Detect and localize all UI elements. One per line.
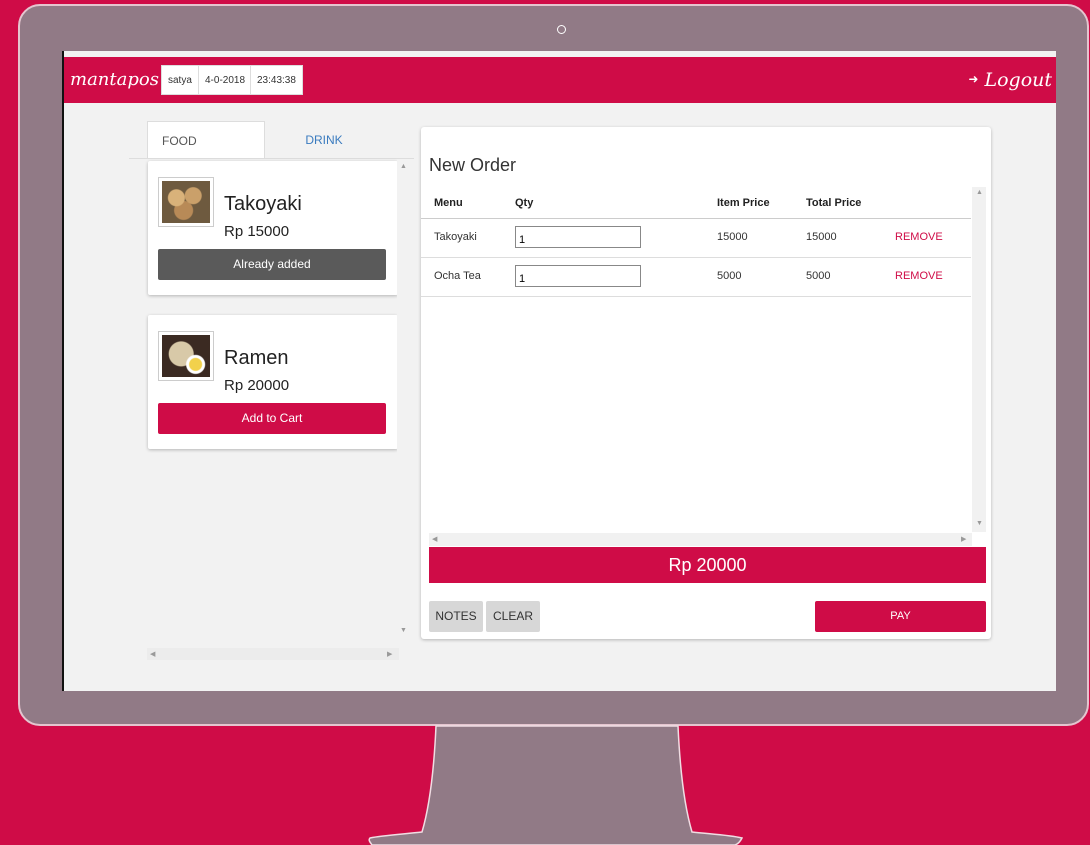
order-vertical-scrollbar[interactable]: ▲ ▼ <box>972 187 986 532</box>
product-price: Rp 15000 <box>224 223 290 240</box>
row-menu: Takoyaki <box>434 231 477 243</box>
remove-button[interactable]: REMOVE <box>895 231 943 243</box>
order-total: Rp 20000 <box>429 547 986 583</box>
row-menu: Ocha Tea <box>434 270 481 282</box>
product-card-ramen: Ramen Rp 20000 Add to Cart <box>148 315 398 449</box>
tab-drink[interactable]: DRINK <box>265 121 383 159</box>
monitor-frame: mantapos satya 4-0-2018 23:43:38 ➜ Logout… <box>18 4 1089 726</box>
takoyaki-photo <box>162 181 210 223</box>
order-table-header: Menu Qty Item Price Total Price <box>421 186 971 219</box>
scroll-left-icon[interactable]: ◀ <box>150 650 155 658</box>
category-tabs: FOOD DRINK <box>147 121 407 159</box>
top-navbar: mantapos satya 4-0-2018 23:43:38 ➜ Logout <box>64 57 1056 103</box>
column-header-menu: Menu <box>434 197 463 209</box>
row-item-price: 5000 <box>717 270 742 282</box>
camera-dot <box>557 25 566 34</box>
logout-link[interactable]: ➜ Logout <box>968 69 1052 91</box>
tab-divider <box>129 158 414 159</box>
qty-input[interactable] <box>515 265 641 287</box>
scroll-left-icon[interactable]: ◀ <box>432 535 437 543</box>
already-added-button[interactable]: Already added <box>158 249 386 280</box>
product-name: Ramen <box>224 347 289 369</box>
ramen-photo <box>162 335 210 377</box>
product-thumbnail <box>158 177 214 227</box>
product-card-takoyaki: Takoyaki Rp 15000 Already added <box>148 161 398 295</box>
product-thumbnail <box>158 331 214 381</box>
screen: mantapos satya 4-0-2018 23:43:38 ➜ Logout… <box>62 51 1056 691</box>
order-title: New Order <box>429 155 517 175</box>
scroll-up-icon[interactable]: ▲ <box>400 163 407 170</box>
row-total-price: 15000 <box>806 231 837 243</box>
table-row: Ocha Tea 5000 5000 REMOVE <box>421 258 971 297</box>
add-to-cart-button[interactable]: Add to Cart <box>158 403 386 434</box>
column-header-qty: Qty <box>515 197 534 209</box>
logout-label: Logout <box>984 69 1052 91</box>
sign-out-icon: ➜ <box>968 72 979 86</box>
notes-button[interactable]: NOTES <box>429 601 483 632</box>
tab-food[interactable]: FOOD <box>147 121 265 159</box>
row-item-price: 15000 <box>717 231 748 243</box>
row-total-price: 5000 <box>806 270 831 282</box>
pay-button[interactable]: PAY <box>815 601 986 632</box>
product-horizontal-scrollbar[interactable]: ◀ ▶ <box>147 648 399 660</box>
date-chip: 4-0-2018 <box>198 65 253 95</box>
qty-input[interactable] <box>515 226 641 248</box>
column-header-total-price: Total Price <box>806 197 862 209</box>
product-vertical-scrollbar[interactable]: ▲ ▼ <box>397 159 409 639</box>
clear-button[interactable]: CLEAR <box>486 601 540 632</box>
time-chip: 23:43:38 <box>250 65 303 95</box>
scroll-right-icon[interactable]: ▶ <box>961 535 966 543</box>
order-horizontal-scrollbar[interactable]: ◀ ▶ <box>429 533 972 546</box>
column-header-item-price: Item Price <box>717 197 770 209</box>
scroll-right-icon[interactable]: ▶ <box>387 650 392 658</box>
remove-button[interactable]: REMOVE <box>895 270 943 282</box>
order-panel: New Order Menu Qty Item Price Total Pric… <box>421 127 991 639</box>
product-panel: FOOD DRINK Takoyaki Rp 15000 Already add… <box>129 121 414 661</box>
scroll-up-icon[interactable]: ▲ <box>976 189 983 196</box>
scroll-down-icon[interactable]: ▼ <box>400 627 407 634</box>
brand-logo[interactable]: mantapos <box>70 69 159 90</box>
product-price: Rp 20000 <box>224 377 290 394</box>
product-name: Takoyaki <box>224 193 302 215</box>
scroll-down-icon[interactable]: ▼ <box>976 520 983 527</box>
user-chip: satya <box>161 65 199 95</box>
table-row: Takoyaki 15000 15000 REMOVE <box>421 219 971 258</box>
